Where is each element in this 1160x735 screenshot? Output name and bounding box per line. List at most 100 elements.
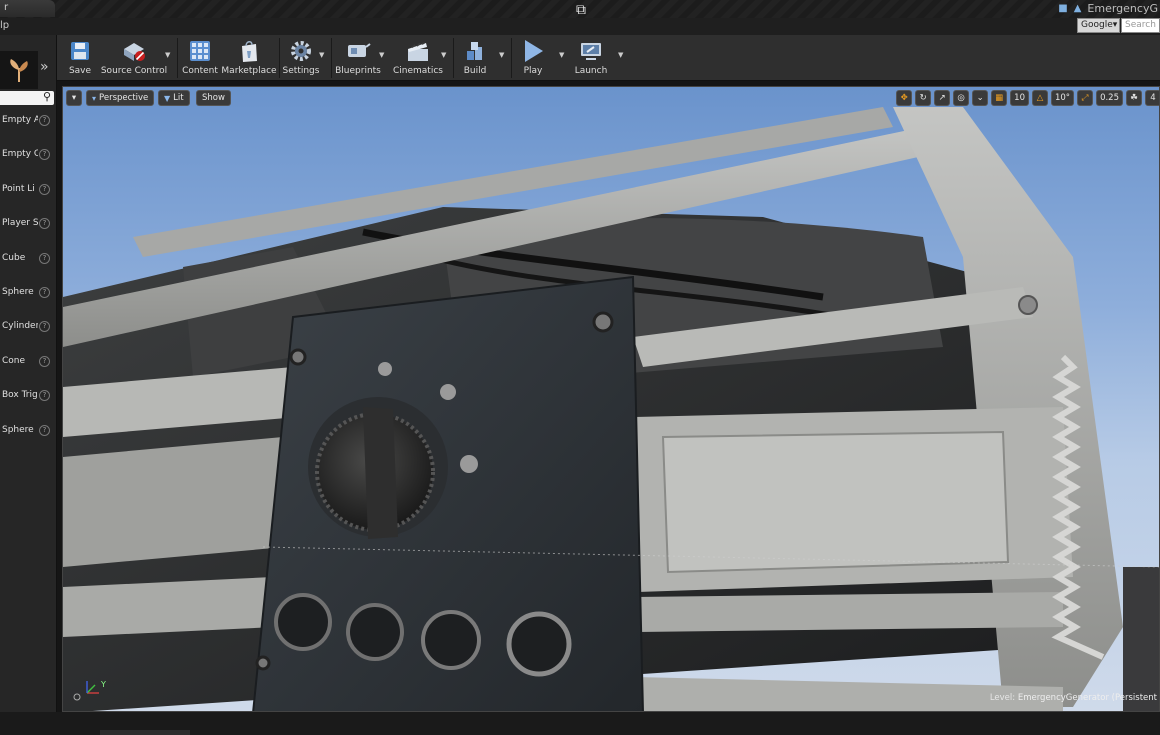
launch-button[interactable]: Launch xyxy=(571,35,611,81)
build-dropdown-icon[interactable]: ▼ xyxy=(499,51,504,59)
play-dropdown-icon[interactable]: ▼ xyxy=(559,51,564,59)
grill-slat xyxy=(633,592,1063,632)
rotation-snap-value[interactable]: 10° xyxy=(1050,90,1075,106)
bottom-tab[interactable] xyxy=(100,730,190,735)
screw xyxy=(378,362,392,376)
place-search-input[interactable]: ⚲ xyxy=(0,90,54,105)
settings-dropdown-icon[interactable]: ▼ xyxy=(319,51,324,59)
show-button[interactable]: Show xyxy=(196,90,231,106)
lit-label: Lit xyxy=(173,93,184,103)
screw xyxy=(255,655,271,671)
save-icon xyxy=(67,38,93,64)
help-icon[interactable]: ? xyxy=(39,321,50,333)
axis-gizmo-icon: Y xyxy=(73,680,106,701)
place-item-sphere[interactable]: Sphere? xyxy=(0,281,57,315)
place-item-cone[interactable]: Cone? xyxy=(0,350,57,384)
main-toolbar: Save Source Control ▼ Content Marketplac… xyxy=(57,35,1160,81)
save-label: Save xyxy=(68,66,92,76)
cinematics-button[interactable]: Cinematics xyxy=(393,35,443,81)
scale-snap-value[interactable]: 0.25 xyxy=(1096,90,1123,106)
blueprints-button[interactable]: Blueprints xyxy=(335,35,381,81)
chat-icon[interactable]: ■ xyxy=(1058,3,1067,14)
place-item-point-light[interactable]: Point Li? xyxy=(0,178,57,212)
help-icon[interactable]: ? xyxy=(39,183,50,195)
place-item-cube[interactable]: Cube? xyxy=(0,247,57,281)
place-list: Empty A? Empty C? Point Li? Player S? Cu… xyxy=(0,109,57,453)
source-control-button[interactable]: Source Control xyxy=(101,35,167,81)
help-icon[interactable]: ? xyxy=(39,390,50,402)
toolbar-divider xyxy=(279,38,280,78)
scale-tool-icon[interactable]: ↗ xyxy=(934,90,951,106)
grill-slat xyxy=(63,437,285,567)
marketplace-button[interactable]: Marketplace xyxy=(221,35,277,81)
list-item-label: Player S xyxy=(2,218,38,229)
launch-dropdown-icon[interactable]: ▼ xyxy=(618,51,623,59)
chevron-down-icon: ▾ xyxy=(71,93,77,103)
perspective-button[interactable]: ▾ Perspective xyxy=(86,90,155,106)
place-mode-panel: » ⚲ Empty A? Empty C? Point Li? Player S… xyxy=(0,35,57,712)
documentation-search-input[interactable]: Search F xyxy=(1121,18,1160,33)
search-icon: ⚲ xyxy=(42,90,51,103)
help-icon[interactable]: ? xyxy=(39,218,50,230)
list-item-label: Cylinder xyxy=(2,321,38,332)
search-engine-label: Google xyxy=(1081,20,1113,30)
play-button[interactable]: Play xyxy=(515,35,551,81)
cinematics-dropdown-icon[interactable]: ▼ xyxy=(441,51,446,59)
place-item-box-trigger[interactable]: Box Trig? xyxy=(0,384,57,418)
place-item-cylinder[interactable]: Cylinder? xyxy=(0,315,57,349)
rotation-snap-icon[interactable]: △ xyxy=(1031,90,1048,106)
svg-text:Y: Y xyxy=(100,680,106,689)
viewport-toolbar: ▾ ▾ Perspective ▼ Lit Show ✥ ↻ ↗ ◎ ⌄ ▦ 10 … xyxy=(63,87,1159,109)
foliage-mode-icon[interactable] xyxy=(0,51,38,89)
list-item-label: Cube xyxy=(2,252,26,263)
clapperboard-icon xyxy=(405,38,431,64)
help-icon[interactable]: ? xyxy=(39,252,50,264)
show-label: Show xyxy=(202,93,225,103)
help-icon[interactable]: ? xyxy=(39,149,50,161)
settings-button[interactable]: Settings xyxy=(283,35,319,81)
camera-speed-icon[interactable]: ☘ xyxy=(1126,90,1142,106)
place-item-sphere-trigger[interactable]: Sphere? xyxy=(0,419,57,453)
grid-snap-icon[interactable]: ▦ xyxy=(991,90,1008,106)
more-modes-icon[interactable]: » xyxy=(40,59,49,75)
list-item-label: Sphere xyxy=(2,424,34,435)
blueprints-dropdown-icon[interactable]: ▼ xyxy=(379,51,384,59)
content-label: Content xyxy=(182,66,218,76)
blueprints-label: Blueprints xyxy=(335,66,381,76)
rotate-tool-icon[interactable]: ↻ xyxy=(915,90,932,106)
viewport-options-button[interactable]: ▾ xyxy=(66,90,82,106)
list-item-label: Empty A xyxy=(2,115,38,125)
menu-help[interactable]: lp xyxy=(0,20,9,31)
source-control-icon xyxy=(121,38,147,64)
source-control-dropdown-icon[interactable]: ▼ xyxy=(165,51,170,59)
grid-snap-value[interactable]: 10 xyxy=(1010,90,1029,106)
list-item-label: Cone xyxy=(2,355,26,366)
blueprints-icon xyxy=(345,38,371,64)
scene-render xyxy=(63,107,1159,711)
menu-bar: lp Google▾ Search F xyxy=(0,18,1160,35)
help-icon[interactable]: ? xyxy=(39,424,50,436)
search-engine-dropdown[interactable]: Google▾ xyxy=(1077,18,1120,33)
knob-grip xyxy=(363,407,398,539)
place-item-empty-character[interactable]: Empty C? xyxy=(0,143,57,177)
surface-snap-icon[interactable]: ⌄ xyxy=(972,90,989,106)
help-icon[interactable]: ? xyxy=(39,355,50,367)
place-item-empty-actor[interactable]: Empty A? xyxy=(0,109,57,143)
scale-snap-icon[interactable]: ⤢ xyxy=(1077,90,1094,106)
help-icon[interactable]: ? xyxy=(39,115,50,126)
build-button[interactable]: Build xyxy=(457,35,493,81)
translate-tool-icon[interactable]: ✥ xyxy=(896,90,913,106)
level-viewport[interactable]: ▾ ▾ Perspective ▼ Lit Show ✥ ↻ ↗ ◎ ⌄ ▦ 10 … xyxy=(62,86,1160,712)
content-button[interactable]: Content xyxy=(181,35,219,81)
lit-button[interactable]: ▼ Lit xyxy=(158,90,190,106)
place-item-player-start[interactable]: Player S? xyxy=(0,212,57,246)
camera-speed-value[interactable]: 4 xyxy=(1145,90,1159,106)
screw xyxy=(440,384,456,400)
screw xyxy=(1018,295,1038,315)
notification-icon[interactable]: ▲ xyxy=(1074,3,1082,14)
world-space-icon[interactable]: ◎ xyxy=(953,90,970,106)
help-icon[interactable]: ? xyxy=(39,286,50,298)
editor-tab[interactable]: r xyxy=(0,0,55,17)
save-button[interactable]: Save xyxy=(63,35,97,81)
screw xyxy=(460,455,478,473)
